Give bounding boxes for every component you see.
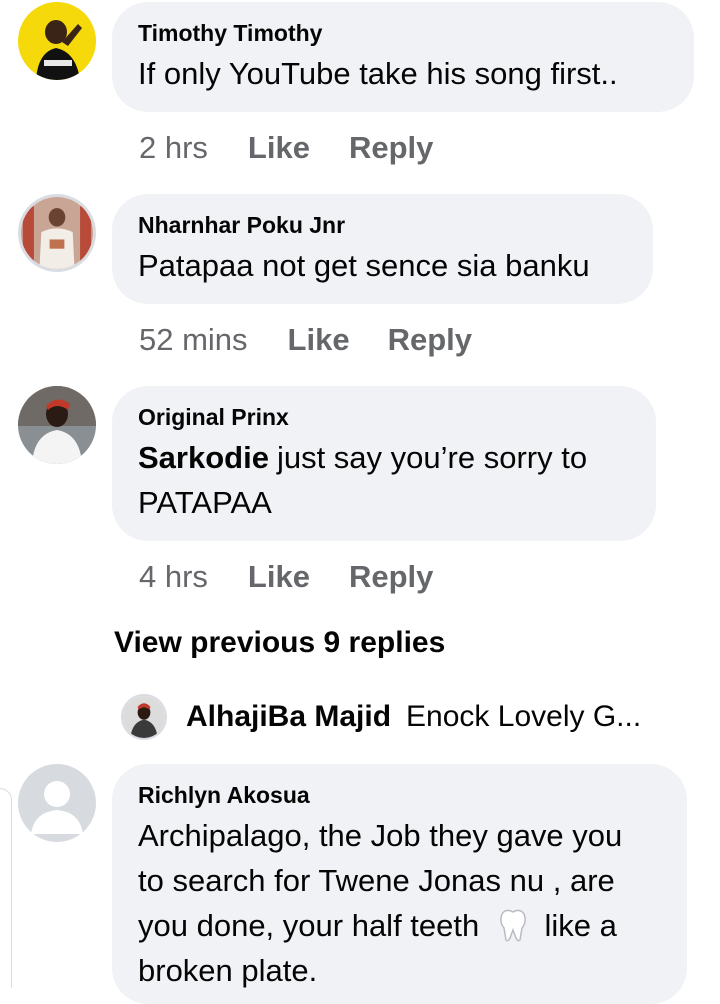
reply-preview-author: AlhajiBa Majid [186,700,392,733]
comment-bubble: Richlyn Akosua Archipalago, the Job they… [112,764,687,1004]
comment-actions: 52 mins Like Reply [139,320,472,360]
user-photo-avatar-icon [21,197,93,269]
reply-preview-text: Enock Lovely G... [406,700,642,733]
default-avatar-icon [18,764,96,842]
comment-bubble: Nharnhar Poku Jnr Patapaa not get sence … [112,194,653,304]
comment-text: Sarkodie just say you’re sorry to PATAPAA [138,435,630,525]
reply-preview-avatar [121,694,167,740]
comment-actions: 2 hrs Like Reply [139,128,433,168]
reply-preview[interactable]: AlhajiBa Majid Enock Lovely G... [121,694,641,740]
comment-author[interactable]: Richlyn Akosua [138,780,661,810]
avatar-nharnhar-poku-jnr[interactable] [18,194,96,272]
like-button[interactable]: Like [248,559,310,595]
like-button[interactable]: Like [288,322,350,358]
comment-time[interactable]: 2 hrs [139,130,208,166]
user-photo-avatar-icon [18,2,96,80]
avatar-timothy-timothy[interactable] [18,2,96,80]
avatar-original-prinx[interactable] [18,386,96,464]
comment-text-line: just say you’re sorry to [276,440,588,475]
comment-text-line: to search for Twene Jonas nu , are [138,863,615,898]
mention-link[interactable]: Sarkodie [138,440,269,475]
comment-author[interactable]: Original Prinx [138,402,630,432]
reply-button[interactable]: Reply [349,559,433,595]
comment-time[interactable]: 4 hrs [139,559,208,595]
view-previous-replies-link[interactable]: View previous 9 replies [114,626,445,660]
comment-time[interactable]: 52 mins [139,322,248,358]
user-photo-avatar-icon [18,386,96,464]
like-button[interactable]: Like [248,130,310,166]
tooth-emoji-icon [498,908,528,942]
comment-text: If only YouTube take his song first.. [138,56,618,91]
comment-author[interactable]: Nharnhar Poku Jnr [138,210,627,240]
user-photo-avatar-icon [123,696,165,738]
comment-text-line: like a [544,908,617,943]
comment-text-line: PATAPAA [138,485,272,520]
avatar-richlyn-akosua[interactable] [18,764,96,842]
comment-author[interactable]: Timothy Timothy [138,18,668,48]
comment-text: Archipalago, the Job they gave you to se… [138,813,661,993]
comment-actions: 4 hrs Like Reply [139,557,433,597]
reply-button[interactable]: Reply [388,322,472,358]
reply-button[interactable]: Reply [349,130,433,166]
comment-bubble: Timothy Timothy If only YouTube take his… [112,2,694,112]
comment-text-line: you done, your half teeth [138,908,480,943]
comment-text: Patapaa not get sence sia banku [138,248,590,283]
left-panel-edge [0,788,12,988]
comment-bubble: Original Prinx Sarkodie just say you’re s… [112,386,656,541]
comment-text-line: Archipalago, the Job they gave you [138,818,623,853]
